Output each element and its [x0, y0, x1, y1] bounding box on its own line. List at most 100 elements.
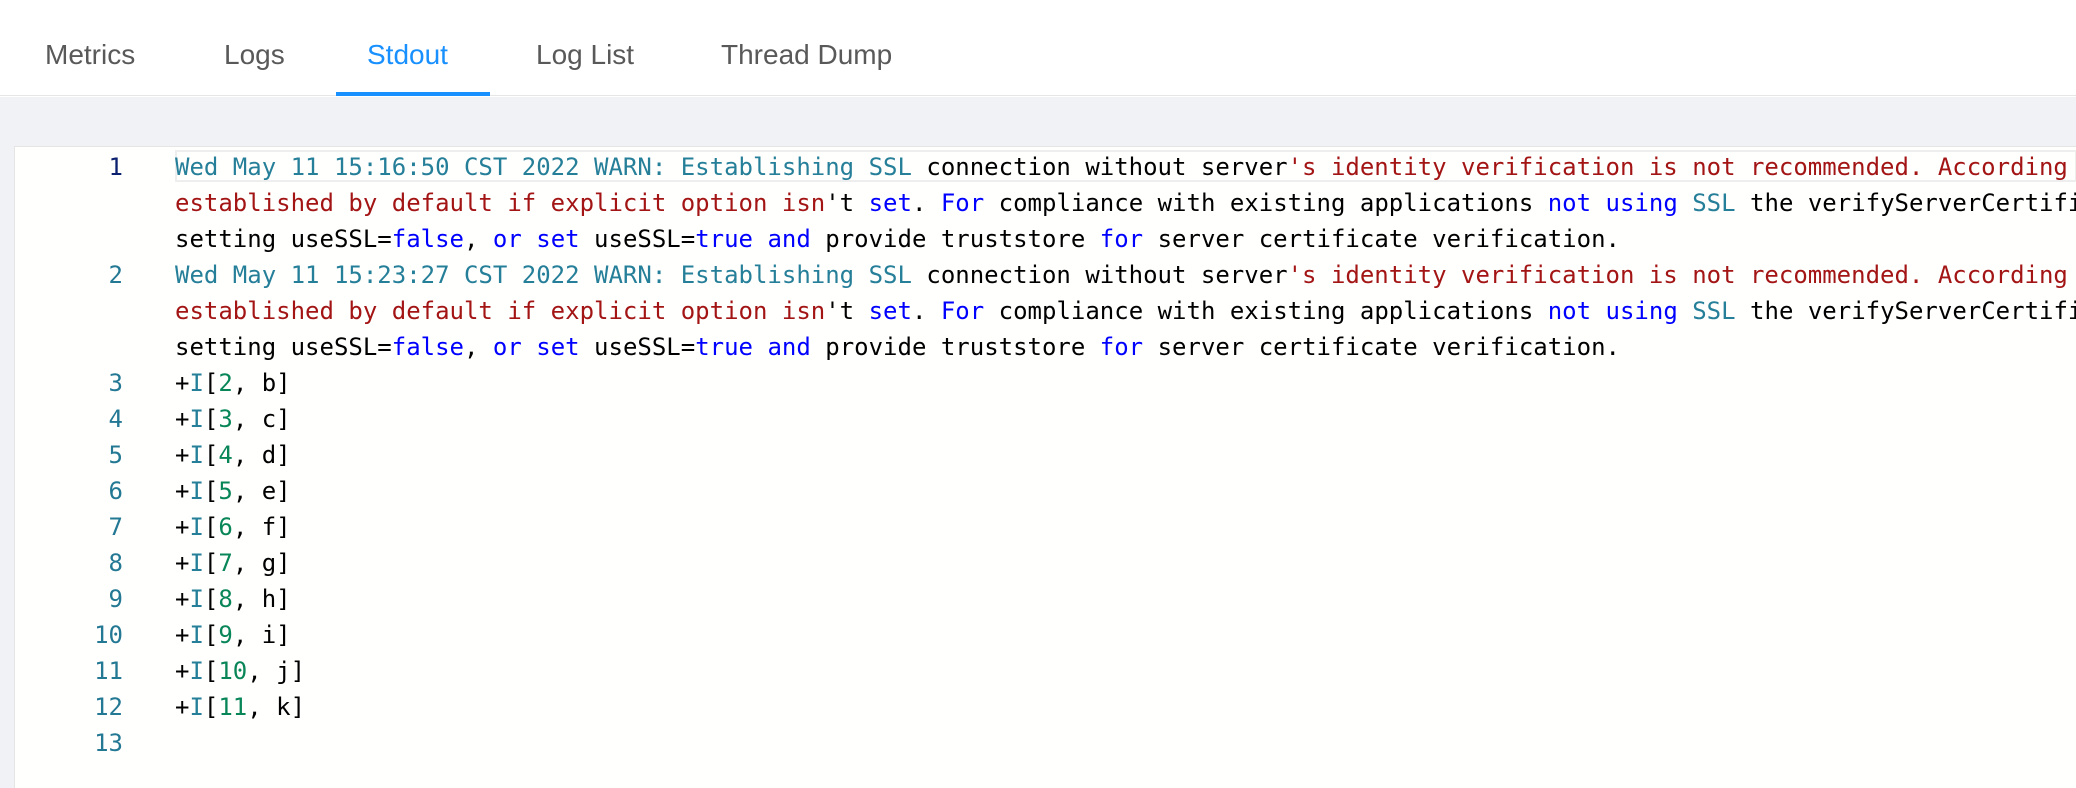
- code-token: Establishing SSL: [680, 153, 912, 181]
- code-token: +: [175, 549, 190, 577]
- code-token: I: [189, 477, 204, 505]
- code-token: .: [911, 297, 941, 325]
- code-token: 's identity verification is not recommen…: [1287, 261, 2068, 289]
- code-token: not using: [1547, 297, 1678, 325]
- code-token: For: [940, 297, 985, 325]
- tab-log-list[interactable]: Log List: [536, 0, 634, 96]
- code-token: [: [203, 441, 219, 469]
- code-token: I: [189, 369, 204, 397]
- code-token: or set: [492, 225, 580, 253]
- line-number: 4: [108, 405, 123, 433]
- code-line: +I[7, g]: [175, 545, 291, 581]
- code-line: +I[11, k]: [175, 689, 305, 725]
- code-token: not using: [1547, 189, 1678, 217]
- line-number: 6: [108, 477, 123, 505]
- code-token: 11: [218, 693, 248, 721]
- code-token: SSL: [1692, 297, 1736, 325]
- code-token: ,: [464, 225, 493, 253]
- code-token: the verifyServerCertifi: [1735, 189, 2076, 217]
- code-token: false: [391, 333, 464, 361]
- code-token: I: [189, 441, 204, 469]
- code-token: Establishing SSL: [680, 261, 912, 289]
- code-token: [: [203, 405, 219, 433]
- code-token: [: [203, 693, 219, 721]
- code-token: set: [868, 189, 912, 217]
- line-number: 9: [108, 585, 123, 613]
- code-token: 5: [218, 477, 233, 505]
- line-number: 8: [108, 549, 123, 577]
- code-token: [: [203, 585, 219, 613]
- code-token: +: [175, 369, 190, 397]
- code-token: I: [189, 585, 204, 613]
- code-token: server certificate verification.: [1143, 225, 1620, 253]
- code-token: connection without server: [911, 261, 1288, 289]
- code-line: +I[2, b]: [175, 365, 291, 401]
- code-token: 3: [218, 405, 233, 433]
- code-token: true and: [695, 225, 811, 253]
- code-token: I: [189, 621, 204, 649]
- code-token: established by default if explicit optio…: [175, 189, 826, 217]
- code-token: For: [940, 189, 985, 217]
- code-token: Wed May 11 15:16:50 CST 2022 WARN:: [175, 153, 667, 181]
- code-token: ,: [464, 333, 493, 361]
- code-token: 's identity verification is not recommen…: [1287, 153, 2068, 181]
- tab-bar: Metrics Logs Stdout Log List Thread Dump: [0, 0, 2076, 96]
- code-token: [: [203, 369, 219, 397]
- code-token: true and: [695, 333, 811, 361]
- code-token: [: [203, 477, 219, 505]
- stdout-editor[interactable]: 1 Wed May 11 15:16:50 CST 2022 WARN: Esta…: [14, 146, 2076, 788]
- code-line: +I[10, j]: [175, 653, 305, 689]
- code-line: established by default if explicit optio…: [175, 293, 2076, 329]
- code-token: setting useSSL=: [175, 225, 392, 253]
- code-token: I: [189, 549, 204, 577]
- line-number: 13: [94, 729, 123, 757]
- code-line: setting useSSL=false, or set useSSL=true…: [175, 329, 1620, 365]
- code-token: set: [868, 297, 912, 325]
- tab-metrics[interactable]: Metrics: [45, 0, 135, 96]
- code-token: +: [175, 621, 190, 649]
- line-number: 7: [108, 513, 123, 541]
- tab-logs[interactable]: Logs: [224, 0, 285, 96]
- code-token: I: [189, 513, 204, 541]
- code-line: Wed May 11 15:16:50 CST 2022 WARN: Estab…: [175, 149, 2068, 185]
- code-token: or set: [492, 333, 580, 361]
- code-token: +: [175, 693, 190, 721]
- line-number: 12: [94, 693, 123, 721]
- code-token: +: [175, 513, 190, 541]
- code-token: 8: [218, 585, 233, 613]
- code-token: the verifyServerCertifi: [1735, 297, 2076, 325]
- code-token: , f]: [232, 513, 291, 541]
- code-token: setting useSSL=: [175, 333, 392, 361]
- code-token: compliance with existing applications: [984, 297, 1548, 325]
- line-number: 2: [108, 261, 123, 289]
- code-token: SSL: [1692, 189, 1736, 217]
- code-line: +I[4, d]: [175, 437, 291, 473]
- code-token: 4: [218, 441, 233, 469]
- code-token: provide truststore: [810, 333, 1100, 361]
- line-number: 1: [108, 153, 123, 181]
- code-line: +I[3, c]: [175, 401, 291, 437]
- code-token: 't: [825, 297, 869, 325]
- code-token: server certificate verification.: [1143, 333, 1620, 361]
- line-number: 11: [94, 657, 123, 685]
- code-token: , j]: [247, 657, 306, 685]
- code-token: false: [391, 225, 464, 253]
- code-token: +: [175, 657, 190, 685]
- code-token: +: [175, 477, 190, 505]
- code-line: +I[6, f]: [175, 509, 291, 545]
- code-token: .: [911, 189, 941, 217]
- code-token: I: [189, 693, 204, 721]
- line-number: 10: [94, 621, 123, 649]
- code-token: , d]: [232, 441, 291, 469]
- tab-stdout[interactable]: Stdout: [367, 0, 448, 96]
- code-token: [: [203, 549, 219, 577]
- code-token: connection without server: [911, 153, 1288, 181]
- code-token: , b]: [232, 369, 291, 397]
- code-token: 9: [218, 621, 233, 649]
- code-token: , h]: [232, 585, 291, 613]
- tab-thread-dump[interactable]: Thread Dump: [721, 0, 892, 96]
- line-number: 3: [108, 369, 123, 397]
